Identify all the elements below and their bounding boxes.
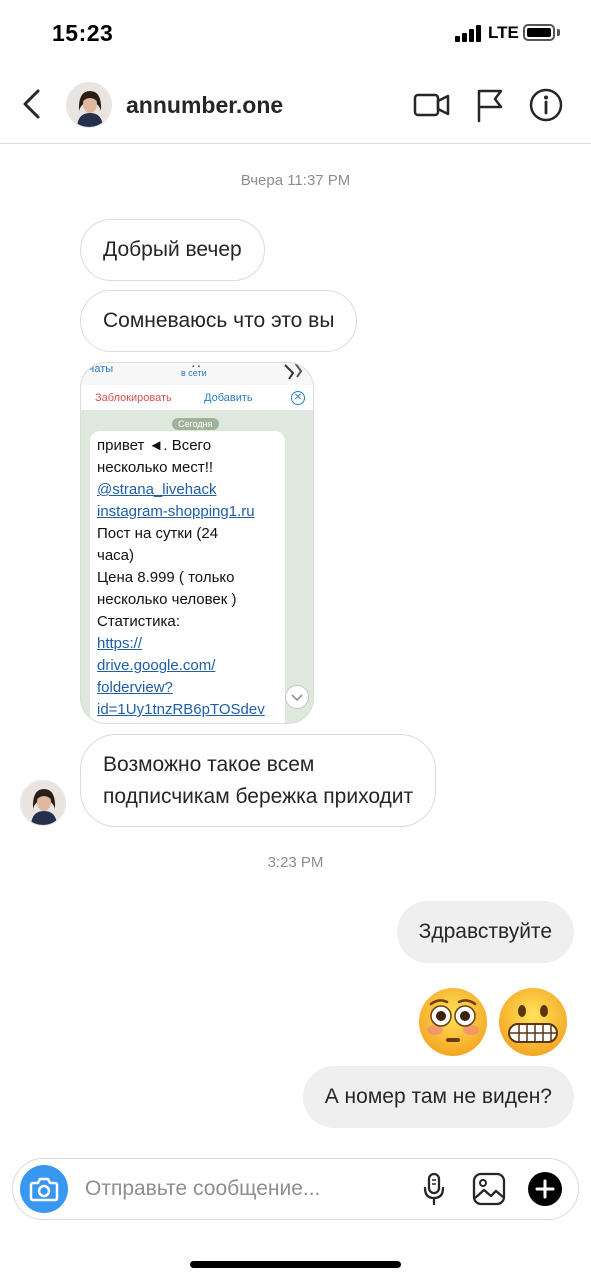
shot-message-link: id=1Uy1tnzRB6pTOSdev (97, 701, 265, 718)
message-text: Здравствуйте (418, 920, 552, 943)
grimacing-face-emoji[interactable] (497, 986, 569, 1058)
more-options-button[interactable] (527, 1171, 563, 1207)
shot-scroll-down-icon (285, 685, 309, 709)
camera-button[interactable] (20, 1165, 68, 1213)
shot-message-link: https:// (97, 635, 143, 652)
avatar-photo (21, 781, 65, 825)
message-text-line: подписчикам бережка приходит (103, 784, 414, 808)
signal-strength-icon (455, 24, 481, 42)
video-call-button[interactable] (412, 86, 452, 124)
incoming-message[interactable]: Сомневаюсь что это вы (80, 290, 358, 352)
shot-message-line: часа) (97, 547, 134, 564)
shot-message-line: Цена 8.999 ( только (97, 569, 235, 586)
shot-close-icon: ✕ (291, 391, 305, 405)
flag-icon (477, 89, 503, 123)
shot-online-label: в сети (181, 368, 207, 378)
shot-message-line: несколько человек ) (97, 591, 237, 608)
message-timestamp: 3:23 PM (267, 854, 324, 871)
info-button[interactable] (526, 86, 566, 124)
incoming-message[interactable]: Возможно такое всем подписчикам бережка … (80, 734, 437, 827)
shared-image-message[interactable]: Чаты ·· в сети Заблокировать Добавить ✕ … (80, 362, 314, 724)
shot-add-label: Добавить (204, 392, 253, 404)
incoming-message[interactable]: Добрый вечер (80, 219, 265, 281)
message-timestamp: Вчера 11:37 PM (240, 172, 351, 189)
shot-message-link: @strana_livehack (97, 481, 217, 498)
status-bar: 15:23 LTE (0, 0, 591, 66)
message-text-line: Возможно такое всем (103, 752, 315, 776)
plus-icon (528, 1172, 562, 1206)
status-time: 15:23 (52, 20, 114, 46)
shot-chats-label: Чаты (87, 363, 114, 375)
outgoing-message[interactable]: Здравствуйте (396, 901, 574, 963)
message-composer (12, 1158, 579, 1220)
shot-topbar: Чаты ·· в сети (81, 363, 313, 385)
avatar[interactable] (66, 82, 112, 128)
voice-message-button[interactable] (416, 1171, 452, 1207)
message-text: Сомневаюсь что это вы (103, 309, 335, 332)
outgoing-message[interactable]: А номер там не виден? (302, 1066, 574, 1128)
shot-message-bubble: привет ◄. Всего несколько мест!! @strana_l… (90, 431, 285, 723)
chat-header: annumber.one (0, 66, 591, 144)
camera-icon (29, 1177, 59, 1202)
message-text-block: Возможно такое всем подписчикам бережка … (103, 749, 413, 813)
battery-tip (557, 29, 560, 36)
message-text: А номер там не виден? (324, 1085, 552, 1108)
report-button[interactable] (470, 86, 510, 124)
shot-message-line: несколько мест!! (97, 459, 214, 476)
flushed-face-emoji[interactable] (417, 986, 489, 1058)
shot-message-link: folderview? (97, 679, 173, 696)
network-type: LTE (488, 23, 519, 42)
message-input[interactable] (85, 1171, 405, 1207)
shot-message-line: Статистика: (97, 613, 180, 630)
shot-contact-avatar-icon (284, 363, 303, 380)
shot-message-link: instagram-shopping1.ru (97, 503, 255, 520)
info-icon (529, 88, 563, 122)
microphone-icon (423, 1172, 445, 1206)
shot-message-line: Пост на сутки (24 (97, 525, 219, 542)
home-indicator[interactable] (190, 1261, 401, 1268)
battery-icon (523, 24, 555, 41)
shot-message-line: привет ◄. Всего (97, 437, 212, 454)
back-button[interactable] (18, 86, 50, 122)
gallery-button[interactable] (471, 1171, 507, 1207)
chat-username[interactable]: annumber.one (126, 92, 283, 119)
avatar-photo (67, 83, 111, 127)
shot-date-badge: Сегодня (172, 418, 219, 430)
video-call-icon (413, 93, 450, 117)
message-text: Добрый вечер (103, 238, 242, 261)
shot-message-link: drive.google.com/ (97, 657, 216, 674)
shot-block-label: Заблокировать (95, 392, 172, 404)
sender-avatar[interactable] (20, 780, 66, 826)
shot-action-bar: Заблокировать Добавить ✕ (81, 385, 313, 411)
gallery-icon (472, 1172, 506, 1206)
back-icon (23, 89, 40, 119)
